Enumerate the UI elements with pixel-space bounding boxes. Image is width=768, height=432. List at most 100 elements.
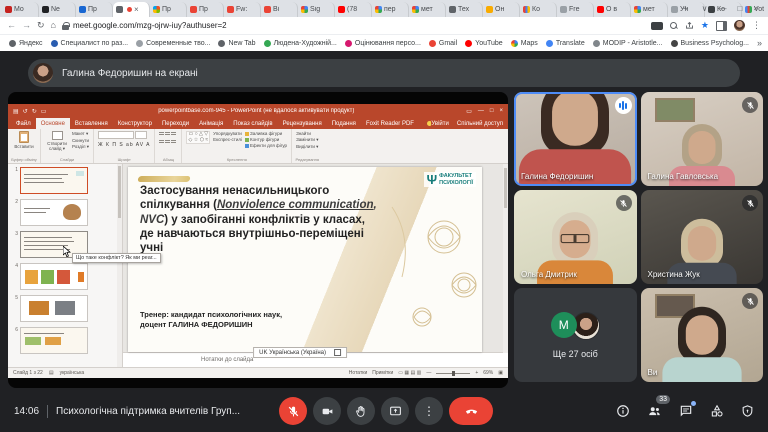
url-text[interactable]: meet.google.com/mzg-ojrw-iuy?authuser=2	[73, 21, 227, 30]
participant-tile[interactable]: M Ще 27 осіб	[514, 288, 637, 382]
browser-tab[interactable]: Пр	[150, 2, 187, 17]
new-tab-button[interactable]: +	[679, 2, 691, 17]
new-slide-button[interactable]: Створити слайд ▾	[45, 131, 69, 152]
shape-fill-button[interactable]: Заливка фігури	[245, 131, 287, 136]
section-button[interactable]: Розділ ▾	[72, 144, 89, 150]
browser-tab[interactable]: Ві	[261, 2, 298, 17]
replace-button[interactable]: Замінити ▾	[296, 137, 318, 143]
chat-button[interactable]	[679, 404, 693, 418]
status-notes-button[interactable]: Нотатки	[349, 370, 367, 376]
zoom-in-button[interactable]: +	[475, 370, 478, 376]
ribbon-tab[interactable]: Анімація	[194, 118, 228, 129]
slide-thumbnail-6[interactable]	[20, 327, 88, 354]
fit-slide-button[interactable]: ▣	[498, 370, 503, 376]
ppt-maximize-button[interactable]: □	[490, 108, 494, 115]
lock-icon[interactable]	[62, 22, 69, 30]
slide-scrollbar[interactable]	[503, 164, 508, 353]
numbering-button[interactable]	[165, 131, 170, 136]
quick-access-toolbar[interactable]: ▤ ↺ ↻ ▭	[13, 108, 46, 115]
align-center-button[interactable]	[165, 139, 170, 144]
ribbon-tab[interactable]: Переходи	[157, 118, 194, 129]
ribbon-tab[interactable]: Вставлення	[70, 118, 113, 129]
window-close-button[interactable]: ×	[753, 4, 758, 13]
indent-button[interactable]	[171, 131, 176, 136]
bookmark-item[interactable]: YouTube	[465, 40, 503, 47]
browser-tab[interactable]: Он	[483, 2, 520, 17]
bookmark-item[interactable]: Maps	[511, 40, 538, 47]
zoom-percent[interactable]: 69%	[483, 370, 493, 376]
slide-thumbnail-4[interactable]	[20, 263, 88, 290]
ribbon-display-icon[interactable]: ▭	[466, 108, 472, 115]
browser-tab[interactable]: мет	[631, 2, 668, 17]
ppt-close-button[interactable]: ×	[499, 108, 503, 115]
bookmark-item[interactable]: Gmail	[429, 40, 457, 47]
share-icon[interactable]	[685, 21, 694, 30]
back-icon[interactable]: ←	[7, 21, 16, 30]
status-language[interactable]: українська	[60, 370, 85, 376]
layout-button[interactable]: Макет ▾	[72, 131, 89, 137]
reload-icon[interactable]: ↻	[37, 21, 45, 30]
align-left-button[interactable]	[159, 139, 164, 144]
home-icon[interactable]: ⌂	[51, 21, 56, 30]
bookmark-item[interactable]: MODIP - Aristotle...	[593, 40, 663, 47]
host-controls-button[interactable]	[741, 404, 754, 418]
bookmark-item[interactable]: Яндекс	[9, 40, 43, 47]
select-button[interactable]: Виділити ▾	[296, 144, 318, 150]
arrange-button[interactable]: Упорядкувати	[213, 131, 242, 136]
find-button[interactable]: Знайти	[296, 131, 318, 136]
more-options-button[interactable]: ⋮	[415, 397, 443, 425]
browser-menu-icon[interactable]: ⋮	[752, 21, 761, 30]
profile-avatar[interactable]	[734, 20, 745, 31]
font-size-combobox[interactable]	[135, 131, 147, 139]
browser-tab[interactable]: Ко	[520, 2, 557, 17]
leave-call-button[interactable]	[449, 397, 493, 425]
spellcheck-icon[interactable]: ▤	[49, 370, 54, 376]
sign-in-button[interactable]: Увійти	[431, 121, 448, 127]
browser-tab[interactable]: Пр	[187, 2, 224, 17]
redo-icon[interactable]: ↻	[32, 108, 37, 115]
slide-thumbnail-2[interactable]	[20, 199, 88, 226]
slide-thumbnail-5[interactable]	[20, 295, 88, 322]
participant-tile[interactable]: Ви	[641, 288, 764, 382]
ribbon-tab[interactable]: Конструктор	[113, 118, 157, 129]
thumbnail-scrollbar[interactable]	[117, 164, 122, 367]
window-maximize-button[interactable]: □	[737, 4, 742, 13]
tab-search-icon[interactable]: ∨	[702, 4, 708, 13]
shape-outline-button[interactable]: Контур фігури	[245, 137, 287, 142]
bookmark-item[interactable]: Специалист по раз...	[51, 40, 129, 47]
browser-tab[interactable]: пер	[372, 2, 409, 17]
view-buttons[interactable]: ▭ ▦ ▤ ▥	[398, 370, 421, 376]
start-slideshow-icon[interactable]: ▭	[41, 108, 47, 115]
browser-tab[interactable]: Sig	[298, 2, 335, 17]
align-right-button[interactable]	[171, 139, 176, 144]
participant-tile[interactable]: Христина Жук	[641, 190, 764, 284]
browser-tab[interactable]: Тех	[446, 2, 483, 17]
browser-tab[interactable]: Fw:	[224, 2, 261, 17]
status-comments-button[interactable]: Примітки	[372, 370, 393, 376]
font-format-buttons[interactable]: Ж К П S ab AV A	[98, 142, 150, 148]
media-control-icon[interactable]	[651, 22, 663, 30]
reset-button[interactable]: Скинути	[72, 138, 89, 143]
zoom-out-button[interactable]: —	[426, 370, 431, 376]
browser-tab[interactable]: мет	[409, 2, 446, 17]
participant-tile[interactable]: Ольга Дмитрик	[514, 190, 637, 284]
slide-thumbnail-1[interactable]	[20, 167, 88, 194]
present-screen-button[interactable]	[381, 397, 409, 425]
browser-tab[interactable]: Ne	[39, 2, 76, 17]
font-name-combobox[interactable]	[98, 131, 134, 139]
mic-toggle-button[interactable]	[279, 397, 307, 425]
browser-tab[interactable]: Мо	[2, 2, 39, 17]
shared-screen-tile[interactable]: ▤ ↺ ↻ ▭ powerpointbase.com-945 - PowerPo…	[8, 92, 508, 388]
ribbon-tab[interactable]: Foxit Reader PDF	[361, 118, 419, 129]
bookmark-item[interactable]: Translate	[546, 40, 585, 47]
bullets-button[interactable]	[159, 131, 164, 136]
zoom-slider[interactable]	[436, 373, 470, 374]
slide-canvas[interactable]: Застосування ненасильницького спілкуванн…	[128, 167, 482, 352]
browser-tab[interactable]: О в	[594, 2, 631, 17]
quick-styles-button[interactable]: Експрес-стилі	[213, 137, 242, 142]
share-button[interactable]: Спільний доступ	[457, 121, 503, 127]
bookmarks-overflow-icon[interactable]: »	[757, 38, 762, 48]
participant-tile[interactable]: Галина Федоришин	[514, 92, 637, 186]
forward-icon[interactable]: →	[22, 21, 31, 30]
participants-button[interactable]: 33	[647, 404, 662, 418]
